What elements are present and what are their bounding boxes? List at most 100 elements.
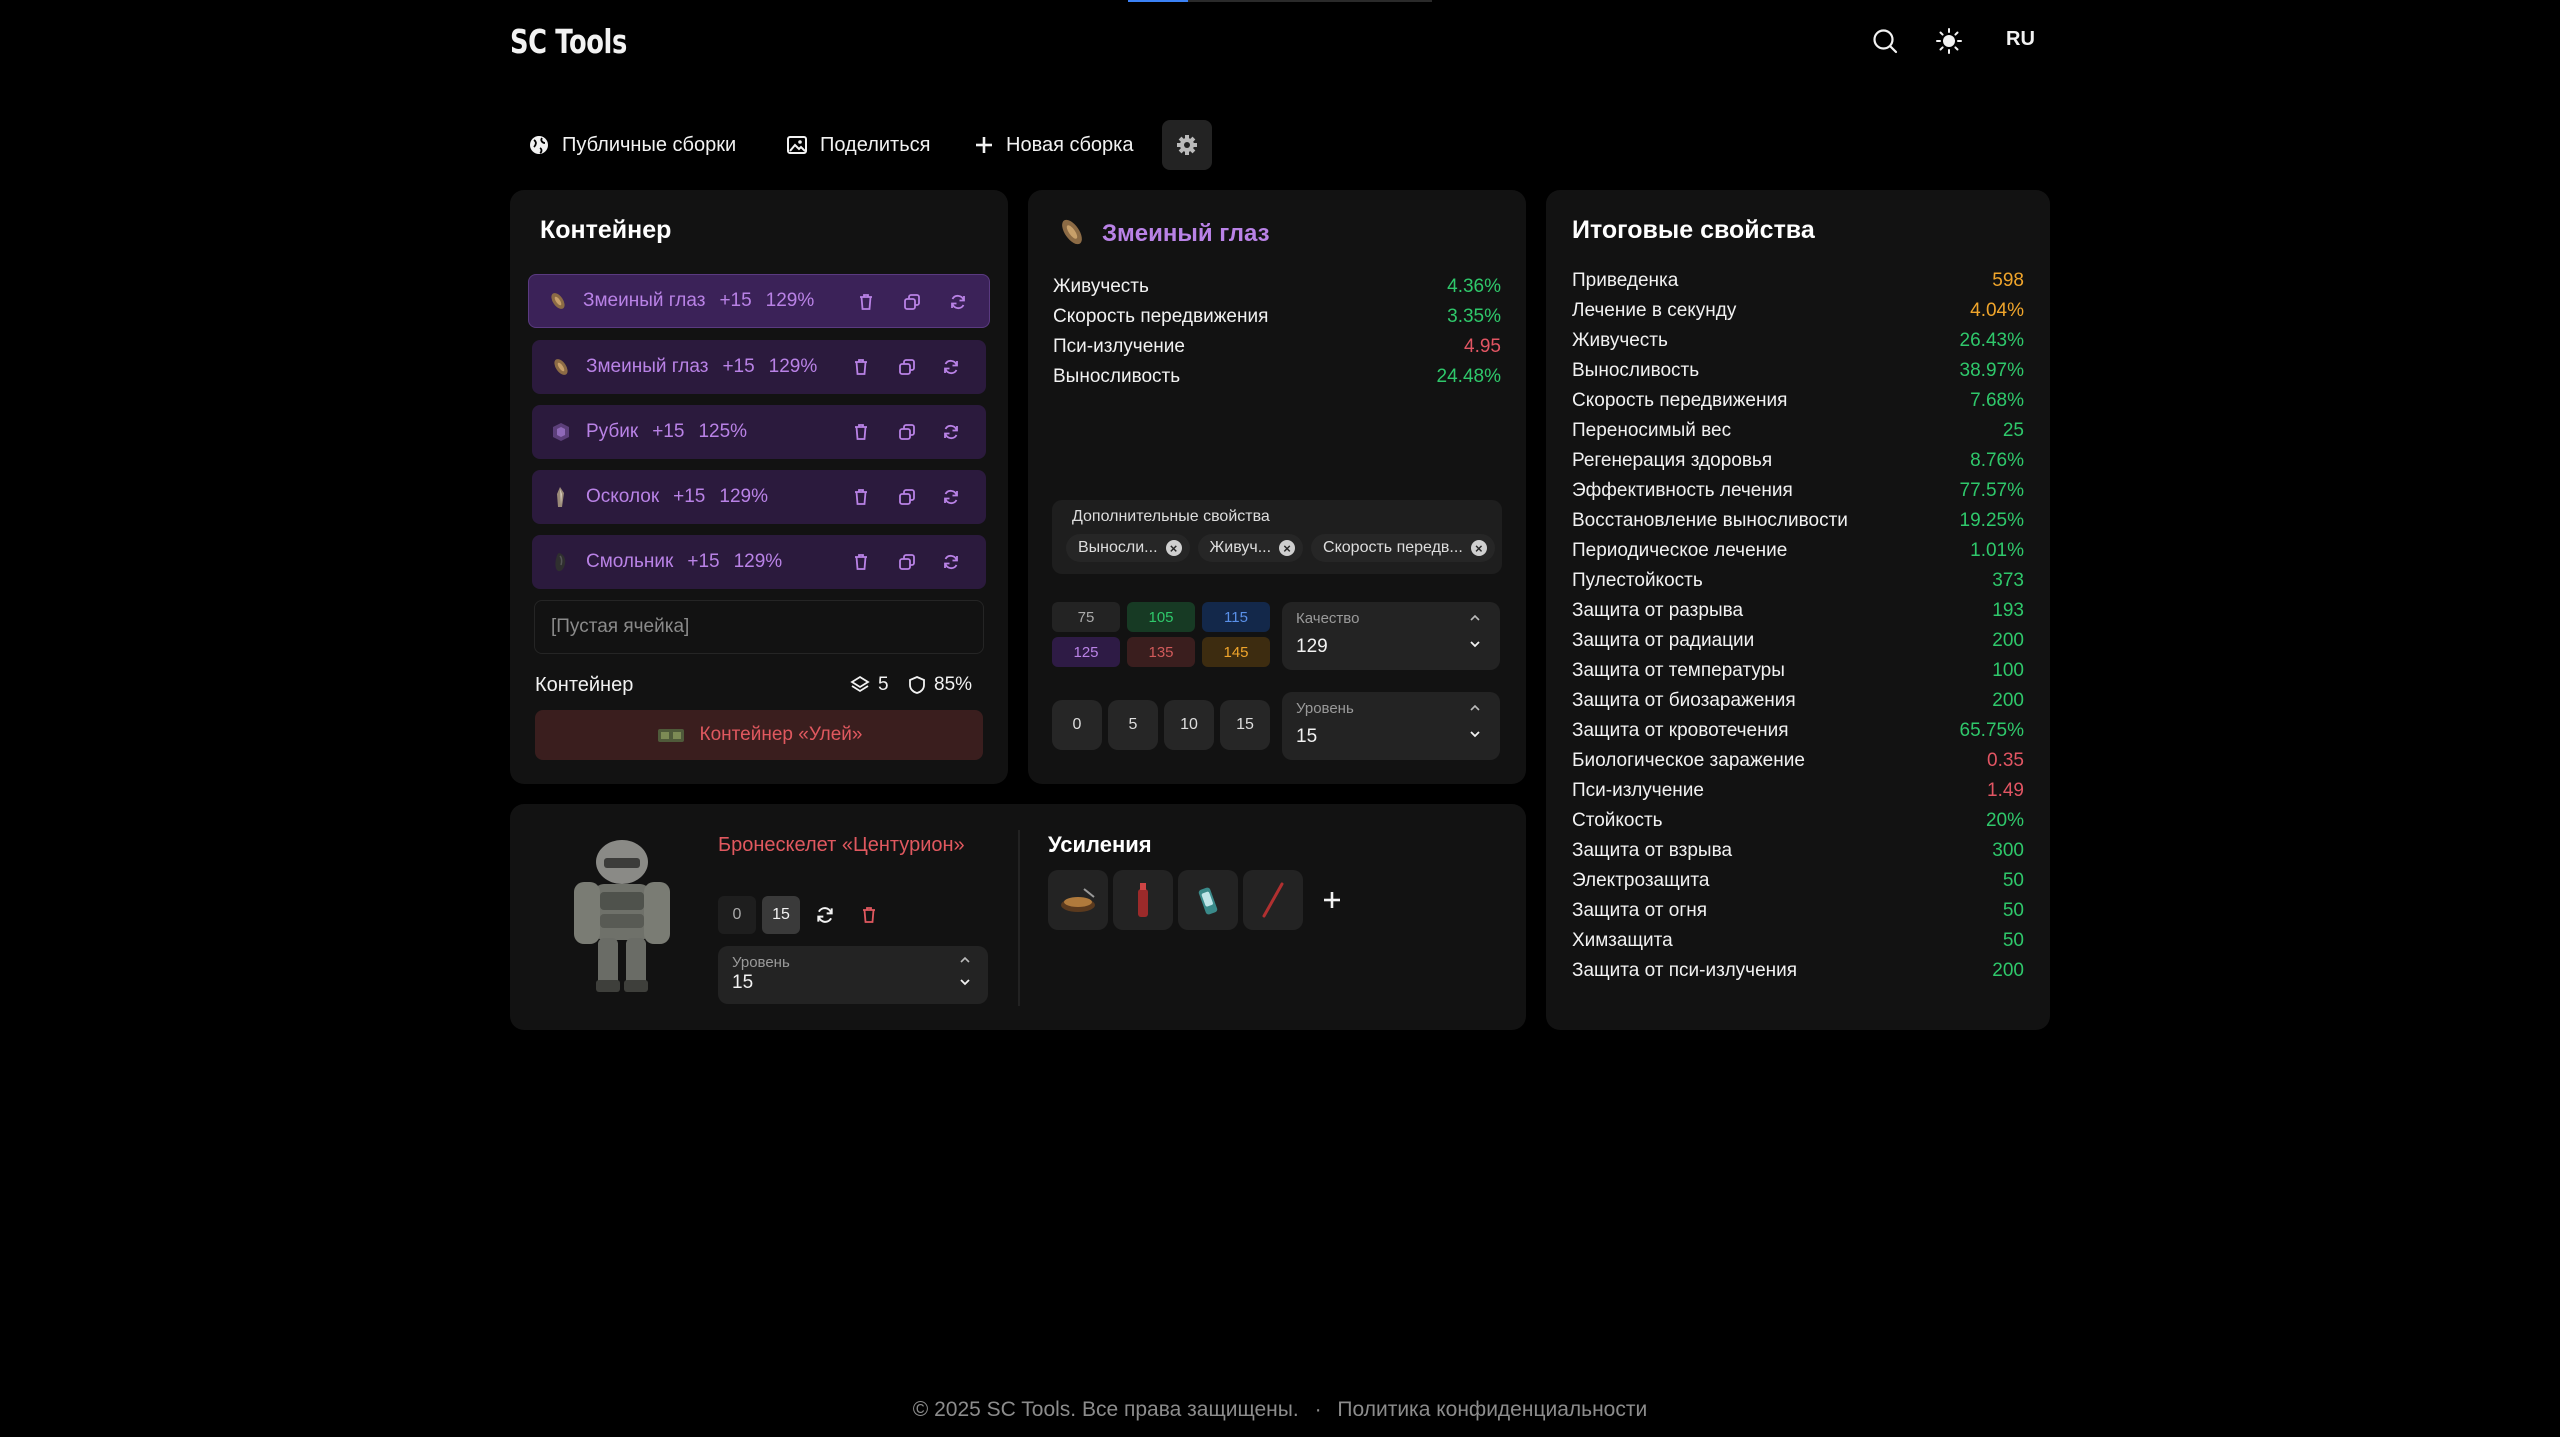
total-stat-value: 50: [2002, 870, 2024, 891]
chevron-down-icon[interactable]: [1468, 638, 1482, 650]
quality-preset-button[interactable]: 105: [1127, 602, 1195, 632]
armor-image: [560, 834, 680, 994]
total-stat-row: Защита от огня 50: [1572, 896, 2024, 926]
layers-icon: [850, 675, 870, 693]
armor-name[interactable]: Бронескелет «Центурион»: [718, 834, 965, 857]
total-stat-value: 373: [1992, 570, 2024, 591]
level-preset-button[interactable]: 0: [1052, 700, 1102, 750]
armor-level-button[interactable]: 0: [718, 896, 756, 934]
stat-value: 4.95: [1464, 336, 1501, 357]
armor-level-button[interactable]: 15: [762, 896, 800, 934]
remove-chip-icon[interactable]: ×: [1279, 540, 1296, 556]
search-icon[interactable]: [1870, 26, 1900, 56]
refresh-icon[interactable]: [940, 356, 962, 378]
total-stat-label: Скорость передвижения: [1572, 390, 1788, 411]
chevron-down-icon[interactable]: [1468, 728, 1482, 740]
total-stat-row: Защита от кровотечения 65.75%: [1572, 716, 2024, 746]
copy-icon[interactable]: [896, 551, 918, 573]
total-stat-value: 38.97%: [1959, 360, 2024, 381]
container-slot[interactable]: Осколок +15 129%: [532, 470, 986, 524]
boost-slot[interactable]: [1178, 870, 1238, 930]
container-button-label: Контейнер «Улей»: [699, 724, 863, 745]
quality-preset-button[interactable]: 135: [1127, 637, 1195, 667]
container-slot[interactable]: Змеиный глаз +15 129%: [532, 340, 986, 394]
total-stat-value: 8.76%: [1970, 450, 2024, 471]
quality-value: 129: [1296, 636, 1328, 657]
empty-slot[interactable]: [Пустая ячейка]: [534, 600, 984, 654]
armor-level-stepper[interactable]: Уровень 15: [718, 946, 988, 1004]
total-stat-label: Выносливость: [1572, 360, 1700, 381]
trash-icon[interactable]: [850, 896, 888, 934]
remove-chip-icon[interactable]: ×: [1470, 540, 1487, 556]
trash-icon[interactable]: [850, 486, 872, 508]
chevron-up-icon[interactable]: [958, 954, 972, 966]
stat-row: Скорость передвижения 3.35%: [1053, 302, 1501, 332]
settings-button[interactable]: [1162, 120, 1212, 170]
refresh-icon[interactable]: [940, 551, 962, 573]
copy-icon[interactable]: [896, 356, 918, 378]
boost-slot[interactable]: [1048, 870, 1108, 930]
quality-preset-button[interactable]: 115: [1202, 602, 1270, 632]
total-stat-label: Пси-излучение: [1572, 780, 1704, 801]
total-stat-row: Пси-излучение 1.49: [1572, 776, 2024, 806]
total-stat-row: Защита от разрыва 193: [1572, 596, 2024, 626]
new-build-button[interactable]: Новая сборка: [974, 128, 1134, 162]
quality-preset-button[interactable]: 145: [1202, 637, 1270, 667]
property-chip[interactable]: Скорость передв... ×: [1311, 534, 1495, 562]
food-boost-icon: [1061, 888, 1095, 912]
container-slot[interactable]: Змеиный глаз +15 129%: [528, 274, 990, 328]
refresh-icon[interactable]: [806, 896, 844, 934]
chevron-up-icon[interactable]: [1468, 702, 1482, 714]
footer-separator: ·: [1314, 1398, 1322, 1421]
footer-copyright: © 2025 SC Tools. Все права защищены.: [912, 1398, 1299, 1421]
quality-preset-button[interactable]: 125: [1052, 637, 1120, 667]
boost-slot[interactable]: [1243, 870, 1303, 930]
stat-label: Выносливость: [1053, 366, 1181, 387]
refresh-icon[interactable]: [940, 421, 962, 443]
trash-icon[interactable]: [855, 291, 877, 313]
trash-icon[interactable]: [850, 421, 872, 443]
total-stat-value: 200: [1992, 630, 2024, 651]
remove-chip-icon[interactable]: ×: [1165, 540, 1182, 556]
totals-list: Приведенка 598 Лечение в секунду 4.04% Живуч…: [1572, 266, 2024, 986]
new-build-label: Новая сборка: [1006, 133, 1134, 156]
level-preset-button[interactable]: 10: [1164, 700, 1214, 750]
container-slot[interactable]: Рубик +15 125%: [532, 405, 986, 459]
top-loading-indicator: [1128, 0, 1188, 2]
container-slot[interactable]: Смольник +15 129%: [532, 535, 986, 589]
property-chip[interactable]: Выносли... ×: [1066, 534, 1190, 562]
total-stat-row: Периодическое лечение 1.01%: [1572, 536, 2024, 566]
slot-percent: 129%: [765, 290, 815, 311]
public-builds-label: Публичные сборки: [562, 133, 737, 156]
theme-toggle-sun-icon[interactable]: [1934, 26, 1964, 56]
footer-privacy-link[interactable]: Политика конфиденциальности: [1337, 1398, 1647, 1421]
boost-slot[interactable]: [1113, 870, 1173, 930]
level-stepper[interactable]: Уровень 15: [1282, 692, 1500, 760]
add-boost-button[interactable]: [1308, 870, 1356, 930]
language-switch[interactable]: RU: [2006, 28, 2035, 51]
property-chip[interactable]: Живуч... ×: [1197, 534, 1304, 562]
container-select-button[interactable]: Контейнер «Улей»: [535, 710, 983, 760]
copy-icon[interactable]: [896, 486, 918, 508]
copy-icon[interactable]: [901, 291, 923, 313]
quality-label: Качество: [1296, 610, 1360, 627]
snake-eye-artifact-icon: [1056, 216, 1088, 248]
total-stat-value: 77.57%: [1959, 480, 2024, 501]
site-logo[interactable]: SC Tools: [510, 22, 627, 61]
public-builds-button[interactable]: Публичные сборки: [528, 128, 736, 162]
boosts-title: Усиления: [1048, 832, 1152, 857]
refresh-icon[interactable]: [947, 291, 969, 313]
share-button[interactable]: Поделиться: [786, 128, 930, 162]
copy-icon[interactable]: [896, 421, 918, 443]
chevron-down-icon[interactable]: [958, 976, 972, 988]
refresh-icon[interactable]: [940, 486, 962, 508]
quality-preset-button[interactable]: 75: [1052, 602, 1120, 632]
trash-icon[interactable]: [850, 551, 872, 573]
chevron-up-icon[interactable]: [1468, 612, 1482, 624]
quality-stepper[interactable]: Качество 129: [1282, 602, 1500, 670]
level-preset-button[interactable]: 5: [1108, 700, 1158, 750]
armor-level-controls: 0 15: [718, 896, 888, 934]
level-preset-button[interactable]: 15: [1220, 700, 1270, 750]
total-stat-label: Стойкость: [1572, 810, 1663, 831]
trash-icon[interactable]: [850, 356, 872, 378]
